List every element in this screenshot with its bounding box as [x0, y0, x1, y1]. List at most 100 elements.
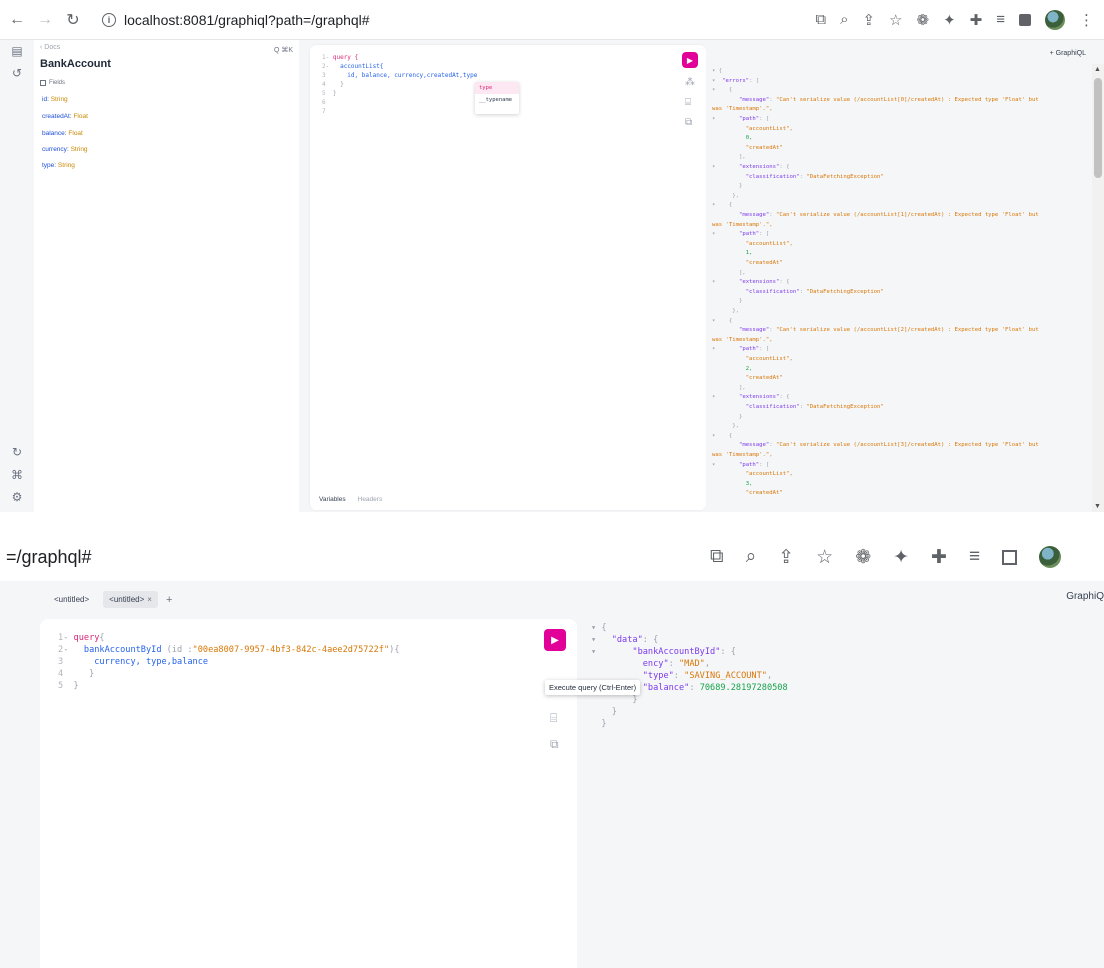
top-screenshot: ← → ↻ i localhost:8081/graphiql?path=/gr…	[0, 0, 1104, 512]
tab-variables[interactable]: Variables	[319, 496, 346, 503]
run-button[interactable]: ▶	[682, 52, 698, 68]
scroll-thumb[interactable]	[1094, 78, 1102, 178]
extension-gear-icon[interactable]: ❁	[917, 11, 930, 29]
docs-type-title: BankAccount	[40, 58, 111, 70]
result-line: "createdAt"	[745, 144, 783, 151]
result-line: was 'Timestamp'.",	[712, 452, 773, 458]
puzzle-icon[interactable]: ✚	[931, 546, 947, 569]
zoom-icon[interactable]: ⌕	[746, 546, 757, 568]
autocomplete-item[interactable]: __typename	[475, 94, 519, 106]
result-line: ▾ "data": {	[591, 635, 659, 645]
tab-headers[interactable]: Headers	[358, 496, 383, 503]
address-bar[interactable]: i localhost:8081/graphiql?path=/graphql#	[102, 12, 370, 28]
result-line: ▾ {	[712, 317, 733, 324]
extension-bird-icon[interactable]: ✦	[893, 546, 909, 569]
result-line: "createdAt"	[745, 490, 783, 497]
editor-line: 5 }	[58, 681, 79, 691]
result-line: "accountList",	[745, 125, 793, 132]
info-icon[interactable]: i	[102, 12, 116, 27]
fields-label: Fields	[49, 80, 66, 86]
result-line: "classification": "DataFetchingException…	[745, 173, 884, 180]
play-icon: ▶	[551, 634, 559, 646]
settings-gear-icon[interactable]: ⚙	[10, 490, 24, 504]
add-tab-icon[interactable]: +	[166, 594, 172, 606]
result-line: ▾ "extensions": {	[712, 394, 790, 401]
copy-icon[interactable]: ⧉	[550, 737, 559, 752]
docs-search-button[interactable]: Q ⌘K	[274, 46, 293, 54]
editor-bottom-tabs: Variables Headers	[319, 496, 382, 503]
merge-icon[interactable]: ⌸	[550, 711, 557, 726]
history-icon[interactable]: ↺	[10, 66, 24, 80]
extension-bird-icon[interactable]: ✦	[943, 11, 956, 29]
shortcut-icon[interactable]: ⌘	[10, 468, 24, 482]
query-editor-zoomed[interactable]: 1- query{ 2- bankAccountById (id :"00ea8…	[40, 619, 577, 968]
copy-icon[interactable]: ⧉	[685, 117, 692, 128]
result-line: ▾ {	[712, 87, 733, 94]
autocomplete-dropdown: type __typename	[475, 82, 519, 114]
graphiql-logo[interactable]: GraphiQ	[1066, 591, 1104, 602]
field-currency[interactable]: currency: String	[42, 146, 88, 153]
result-line: was 'Timestamp'.",	[712, 336, 773, 343]
menu-dots-icon[interactable]: ⋮	[1079, 11, 1094, 29]
back-arrow-icon[interactable]: ←	[6, 11, 28, 29]
query-tab-active[interactable]: <untitled> ×	[103, 591, 158, 608]
field-type[interactable]: type: String	[42, 162, 75, 169]
result-line: },	[712, 308, 739, 314]
refetch-icon[interactable]: ↻	[10, 445, 24, 459]
docs-back-link[interactable]: ‹ Docs	[40, 44, 60, 51]
result-line: "accountList",	[745, 240, 793, 247]
graphiql-app-zoomed: <untitled> <untitled> × + GraphiQ 1- quer…	[0, 581, 1104, 968]
result-line: ▾ "extensions": {	[712, 279, 790, 286]
field-balance[interactable]: balance: Float	[42, 130, 83, 137]
query-tab[interactable]: <untitled>	[48, 591, 95, 608]
merge-icon[interactable]: ⌸	[685, 97, 691, 108]
close-icon[interactable]: ×	[147, 595, 152, 604]
graphiql-logo[interactable]: + GraphiQL	[1050, 50, 1086, 57]
reload-icon[interactable]: ↻	[62, 10, 84, 30]
result-line: "classification": "DataFetchingException…	[745, 404, 884, 410]
translate-icon[interactable]: ⧉	[815, 11, 826, 28]
result-line: ency": "MAD",	[642, 659, 711, 669]
query-tab-label: <untitled>	[109, 595, 145, 604]
docs-icon[interactable]: ▤	[10, 44, 24, 58]
avatar[interactable]	[1045, 9, 1065, 30]
result-line: },	[712, 192, 739, 199]
forward-arrow-icon[interactable]: →	[34, 11, 56, 29]
result-line: "accountList",	[745, 356, 793, 362]
query-editor[interactable]: 1- query { 2- accountList{ 3 id, balance…	[310, 45, 706, 510]
star-icon[interactable]: ☆	[889, 11, 902, 29]
autocomplete-item[interactable]: type	[475, 82, 519, 94]
translate-icon[interactable]: ⧉	[710, 546, 724, 568]
sidebar-icon[interactable]	[1019, 13, 1031, 26]
scroll-up-icon[interactable]: ▲	[1094, 66, 1101, 73]
avatar[interactable]	[1039, 546, 1062, 568]
result-line: }	[591, 719, 607, 729]
result-scrollbar[interactable]: ▲ ▼	[1092, 64, 1104, 512]
editor-line: 2- bankAccountById (id :"00ea8007-9957-4…	[58, 645, 400, 655]
run-button[interactable]: ▶	[544, 629, 566, 651]
puzzle-icon[interactable]: ✚	[970, 11, 983, 29]
share-icon[interactable]: ⇪	[778, 546, 794, 569]
prettify-icon[interactable]: ⁂	[685, 77, 695, 88]
result-line: ▾ "path": [	[712, 116, 770, 122]
url-text-fragment[interactable]: =/graphql#	[6, 547, 92, 568]
field-createdat[interactable]: createdAt: Float	[42, 113, 88, 120]
execute-tooltip: Execute query (Ctrl-Enter)	[545, 680, 641, 695]
result-pane-zoomed: ▾ { ▾ "data": { ▾ "bankAccountById": { e…	[577, 619, 1104, 968]
result-line: was 'Timestamp'.",	[712, 106, 773, 113]
share-icon[interactable]: ⇪	[862, 11, 875, 29]
result-line: }	[712, 183, 743, 190]
sidebar-icon[interactable]	[1002, 549, 1018, 565]
result-line: "message": "Can't serialize value (/acco…	[738, 327, 1039, 334]
field-id[interactable]: id: String	[42, 96, 68, 103]
result-line: ▾ {	[712, 202, 733, 209]
fields-icon	[40, 80, 46, 86]
zoom-icon[interactable]: ⌕	[840, 11, 848, 28]
result-line: }	[591, 695, 638, 705]
star-icon[interactable]: ☆	[816, 546, 833, 569]
reading-list-icon[interactable]: ≡	[996, 11, 1005, 28]
extension-gear-icon[interactable]: ❁	[855, 546, 871, 569]
scroll-down-icon[interactable]: ▼	[1094, 503, 1101, 510]
result-line: was 'Timestamp'.",	[712, 221, 773, 228]
reading-list-icon[interactable]: ≡	[969, 546, 980, 568]
